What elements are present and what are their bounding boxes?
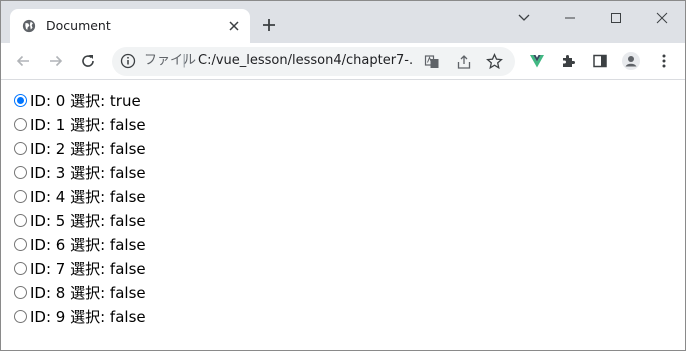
list-item: ID: 0 選択: true xyxy=(14,88,141,112)
maximize-button[interactable] xyxy=(593,5,639,31)
list-item: ID: 6 選択: false xyxy=(14,232,146,256)
forward-button[interactable] xyxy=(47,52,65,70)
maximize-icon xyxy=(611,13,621,23)
minimize-icon xyxy=(565,17,575,19)
list-item: ID: 4 選択: false xyxy=(14,184,146,208)
new-tab-plus-icon[interactable] xyxy=(259,15,279,35)
share-icon xyxy=(457,54,470,69)
radio-button[interactable] xyxy=(14,117,27,131)
list-item: ID: 1 選択: false xyxy=(14,112,146,136)
info-icon[interactable] xyxy=(120,53,136,69)
list-item: ID: 5 選択: false xyxy=(14,208,146,232)
close-icon xyxy=(656,12,668,24)
item-label: ID: 4 選択: false xyxy=(30,187,146,206)
arrow-right-icon xyxy=(50,55,63,67)
browser-window: Document ファイル | C:/vue_lesson/lesson4/ch… xyxy=(0,0,686,351)
kebab-menu-icon xyxy=(662,54,666,68)
page-content: ID: 0 選択: true ID: 1 選択: false ID: 2 選択:… xyxy=(1,81,685,350)
item-label: ID: 6 選択: false xyxy=(30,235,146,254)
item-label: ID: 9 選択: false xyxy=(30,307,146,326)
vue-logo-icon xyxy=(530,55,544,68)
share-button[interactable] xyxy=(455,53,472,70)
avatar-icon xyxy=(622,52,640,70)
close-window-button[interactable] xyxy=(639,5,685,31)
arrow-left-icon xyxy=(16,55,29,67)
profile-button[interactable] xyxy=(622,52,640,70)
list-item: ID: 3 選択: false xyxy=(14,160,146,184)
address-bar[interactable]: ファイル | C:/vue_lesson/lesson4/chapter7-..… xyxy=(112,47,515,76)
side-panel-icon xyxy=(593,54,607,68)
item-label: ID: 7 選択: false xyxy=(30,259,146,278)
radio-button[interactable] xyxy=(14,165,27,179)
radio-button[interactable] xyxy=(14,309,27,323)
back-button[interactable] xyxy=(14,52,32,70)
reload-button[interactable] xyxy=(79,52,97,70)
radio-button[interactable] xyxy=(14,93,27,107)
item-label: ID: 2 選択: false xyxy=(30,139,146,158)
close-icon[interactable] xyxy=(226,18,242,34)
radio-button[interactable] xyxy=(14,141,27,155)
radio-button[interactable] xyxy=(14,213,27,227)
item-label: ID: 0 選択: true xyxy=(30,91,141,110)
item-label: ID: 8 選択: false xyxy=(30,283,146,302)
extensions-button[interactable] xyxy=(559,52,577,70)
radio-button[interactable] xyxy=(14,189,27,203)
radio-button[interactable] xyxy=(14,285,27,299)
star-icon xyxy=(486,53,503,70)
list-item: ID: 9 選択: false xyxy=(14,304,146,328)
tab-strip: Document xyxy=(1,1,685,43)
url-scheme-label: ファイル xyxy=(144,53,197,68)
menu-button[interactable] xyxy=(655,52,673,70)
puzzle-icon xyxy=(563,55,575,67)
url-text[interactable]: C:/vue_lesson/lesson4/chapter7-... xyxy=(198,53,414,69)
url-separator: | xyxy=(182,53,187,68)
radio-button[interactable] xyxy=(14,237,27,251)
bookmark-button[interactable] xyxy=(486,53,503,70)
list-item: ID: 7 選択: false xyxy=(14,256,146,280)
toolbar: ファイル | C:/vue_lesson/lesson4/chapter7-..… xyxy=(1,43,685,80)
tab-document[interactable]: Document xyxy=(10,9,250,43)
tab-search-button[interactable] xyxy=(501,5,547,31)
chevron-down-icon xyxy=(518,14,530,21)
translate-button[interactable] xyxy=(423,53,440,70)
minimize-button[interactable] xyxy=(547,5,593,31)
reload-icon xyxy=(82,55,94,67)
item-label: ID: 3 選択: false xyxy=(30,163,146,182)
side-panel-button[interactable] xyxy=(591,52,609,70)
globe-icon xyxy=(22,19,36,33)
translate-icon xyxy=(424,54,438,68)
vue-devtools-extension[interactable] xyxy=(528,52,546,70)
item-label: ID: 5 選択: false xyxy=(30,211,146,230)
list-item: ID: 2 選択: false xyxy=(14,136,146,160)
tab-title: Document xyxy=(46,18,111,33)
list-item: ID: 8 選択: false xyxy=(14,280,146,304)
radio-button[interactable] xyxy=(14,261,27,275)
item-label: ID: 1 選択: false xyxy=(30,115,146,134)
